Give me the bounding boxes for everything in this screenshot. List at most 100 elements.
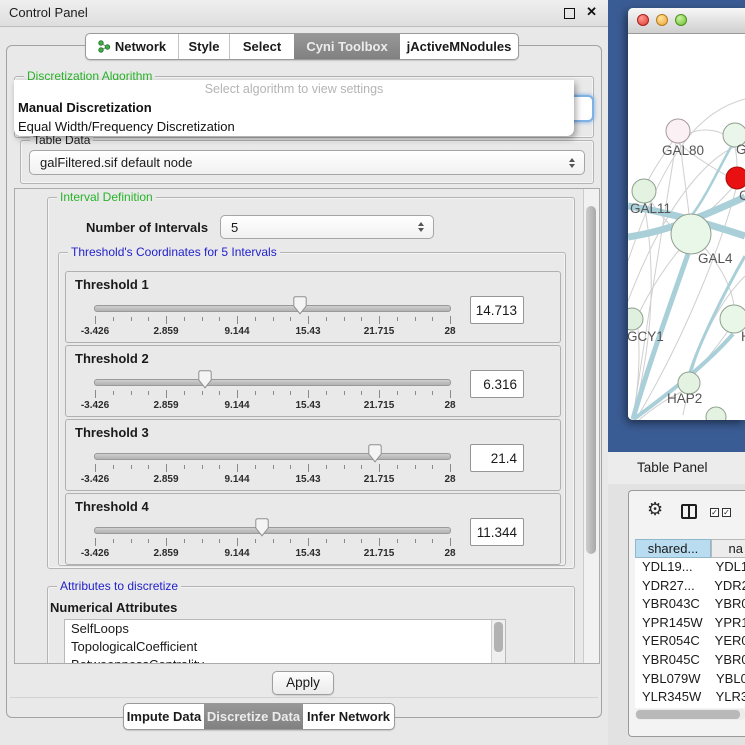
table-row[interactable]: YBR045CYBR0 [635,651,745,670]
zoom-traffic-light-icon[interactable] [675,14,687,26]
column-header-shared[interactable]: shared... [635,539,711,558]
cell: YBR045C [635,651,706,670]
tick-label: 28 [444,400,455,411]
table-body: YDL19...YDL1 YDR27...YDR2 YBR043CYBR0 YP… [635,558,745,708]
tab-discretize-data-label: Discretize Data [207,709,300,724]
threshold-3-value-field[interactable]: 21.4 [470,444,524,472]
threshold-2-slider[interactable]: -3.426 2.859 9.144 15.43 21.715 28 [94,379,451,386]
list-item[interactable]: TopologicalCoefficient [65,638,505,656]
dropdown-option-manual[interactable]: Manual Discretization [14,98,574,117]
cell: YPR1 [706,614,745,633]
columns-icon[interactable] [681,504,697,519]
cell: YPR145W [635,614,706,633]
node-label: GCY1 [628,329,664,344]
table-horizontal-scrollbar[interactable] [635,709,745,720]
number-of-intervals-value: 5 [231,220,238,235]
tab-cyni-toolbox[interactable]: Cyni Toolbox [294,34,400,59]
table-data-combobox[interactable]: galFiltered.sif default node [29,150,585,175]
slider-thumb[interactable] [368,444,383,463]
tab-discretize-data[interactable]: Discretize Data [204,704,303,729]
node-gcy1[interactable] [628,308,643,330]
node-gal80[interactable] [666,119,690,143]
slider-thumb[interactable] [198,370,213,389]
tick-label: 28 [444,548,455,559]
slider-thumb[interactable] [254,518,269,537]
list-scrollbar[interactable] [491,620,505,664]
table-row[interactable]: YIL052CYIL0 [635,707,745,708]
slider-thumb[interactable] [292,296,307,315]
column-header-name[interactable]: na [711,539,745,558]
tick-label: 2.859 [153,548,178,559]
spinner-arrows-icon [418,222,424,232]
numerical-attributes-label: Numerical Attributes [50,600,177,615]
top-tab-bar: Network Style Select Cyni Toolbox jActiv… [85,33,519,60]
list-item[interactable]: BetweennessCentrality [65,656,505,664]
node-bottom[interactable] [706,407,726,420]
table-data-selected: galFiltered.sif default node [40,155,192,170]
tab-network[interactable]: Network [86,34,178,59]
tab-style[interactable]: Style [179,34,229,59]
cell: YER054C [635,632,706,651]
table-header-row: shared... na [635,539,745,558]
tick-label: 15.43 [295,400,320,411]
slider-ticks [95,464,450,473]
table-row[interactable]: YPR145WYPR1 [635,614,745,633]
tab-select-label: Select [243,39,281,54]
cell: YBR043C [635,595,706,614]
threshold-1-value-field[interactable]: 14.713 [470,296,524,324]
network-window-titlebar [628,8,745,34]
close-icon[interactable]: ✕ [586,4,597,20]
tab-infer-network-label: Infer Network [307,709,390,724]
close-traffic-light-icon[interactable] [637,14,649,26]
cell: YBR0 [706,595,745,614]
threshold-1-slider[interactable]: -3.426 2.859 9.144 15.43 21.715 28 [94,305,451,312]
numerical-attributes-list[interactable]: SelfLoops TopologicalCoefficient Between… [64,619,506,664]
node-selected-red[interactable] [726,167,745,189]
cell: YIL052C [635,707,710,708]
gear-icon[interactable]: ⚙ [647,499,663,520]
settings-scrollbar[interactable] [583,189,599,663]
tab-cyni-toolbox-label: Cyni Toolbox [306,39,387,54]
node-label: C [739,188,745,203]
minimize-traffic-light-icon[interactable] [656,14,668,26]
network-graph: GAL80 GA C GAL11 GAL4 GCY1 H HAP2 [628,34,745,420]
table-panel-title: Table Panel [637,460,708,475]
threshold-4-slider[interactable]: -3.426 2.859 9.144 15.43 21.715 28 [94,527,451,534]
threshold-3-slider[interactable]: -3.426 2.859 9.144 15.43 21.715 28 [94,453,451,460]
table-row[interactable]: YBL079WYBL0 [635,670,745,689]
tick-label: -3.426 [81,474,109,485]
number-of-intervals-spinner[interactable]: 5 [220,215,434,239]
dropdown-option-equal-width[interactable]: Equal Width/Frequency Discretization [14,117,574,136]
table-row[interactable]: YLR345WYLR3 [635,688,745,707]
threshold-2-value-field[interactable]: 6.316 [470,370,524,398]
control-panel-titlebar: Control Panel ✕ [0,0,608,27]
table-row[interactable]: YBR043CYBR0 [635,595,745,614]
node-gal11[interactable] [632,179,656,203]
node-gal4[interactable] [671,214,711,254]
node-label: GAL11 [630,201,671,216]
attributes-group: Attributes to discretize Numerical Attri… [47,586,575,664]
tick-label: 21.715 [364,400,395,411]
table-row[interactable]: YER054CYER0 [635,632,745,651]
checkbox-icon[interactable]: ✓ [722,508,731,517]
threshold-4-value-field[interactable]: 11.344 [470,518,524,546]
tick-label: -3.426 [81,548,109,559]
number-of-intervals-label: Number of Intervals [86,220,208,235]
table-row[interactable]: YDR27...YDR2 [635,577,745,596]
float-window-icon[interactable] [564,8,575,19]
tick-label: 21.715 [364,474,395,485]
table-row[interactable]: YDL19...YDL1 [635,558,745,577]
combobox-arrows-icon [569,158,575,168]
node-label: GAL80 [662,143,704,158]
list-item[interactable]: SelfLoops [65,620,505,638]
tab-infer-network[interactable]: Infer Network [303,704,394,729]
tab-jactivemnodules[interactable]: jActiveMNodules [400,34,518,59]
apply-button[interactable]: Apply [272,671,334,695]
network-window[interactable]: GAL80 GA C GAL11 GAL4 GCY1 H HAP2 [628,8,745,420]
tab-impute-data[interactable]: Impute Data [124,704,204,729]
dropdown-prompt: Select algorithm to view settings [14,80,574,98]
tab-style-label: Style [188,39,219,54]
tab-select[interactable]: Select [230,34,294,59]
checkbox-icon[interactable]: ✓ [710,508,719,517]
network-canvas[interactable]: GAL80 GA C GAL11 GAL4 GCY1 H HAP2 [628,34,745,420]
